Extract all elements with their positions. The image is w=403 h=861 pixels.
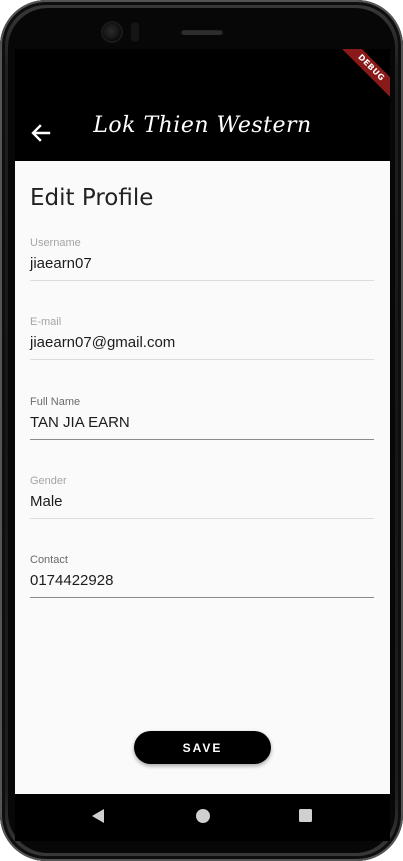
speaker-grille — [181, 29, 223, 35]
username-field: Username jiaearn07 — [30, 237, 374, 281]
square-recent-icon[interactable] — [298, 808, 313, 823]
page-title: Edit Profile — [30, 185, 154, 211]
screen: Lok Thien Western DEBUG Edit Profile Use… — [15, 49, 390, 794]
email-label: E-mail — [30, 316, 62, 328]
sensor-icon — [131, 22, 139, 42]
gender-field: Gender Male — [30, 475, 374, 519]
circle-home-icon[interactable] — [195, 808, 211, 824]
email-field: E-mail jiaearn07@gmail.com — [30, 316, 374, 360]
debug-banner: DEBUG — [334, 49, 390, 105]
username-value: jiaearn07 — [30, 255, 374, 281]
edit-profile-form: Edit Profile Username jiaearn07 E-mail j… — [15, 161, 390, 794]
save-button[interactable]: SAVE — [134, 731, 271, 764]
username-label: Username — [30, 237, 81, 249]
full-name-label: Full Name — [30, 396, 81, 408]
gender-value: Male — [30, 493, 374, 519]
app-title: Lok Thien Western — [93, 113, 312, 138]
contact-field[interactable]: Contact 0174422928 — [30, 554, 374, 598]
app-bar: Lok Thien Western DEBUG — [15, 49, 390, 161]
triangle-back-icon[interactable] — [91, 808, 105, 824]
contact-label: Contact — [30, 554, 68, 566]
phone-frame: Lok Thien Western DEBUG Edit Profile Use… — [0, 0, 403, 861]
gender-label: Gender — [30, 475, 67, 487]
contact-input[interactable]: 0174422928 — [30, 572, 374, 598]
system-nav-bar — [15, 794, 390, 841]
email-value: jiaearn07@gmail.com — [30, 334, 374, 360]
full-name-input[interactable]: TAN JIA EARN — [30, 414, 374, 440]
full-name-field[interactable]: Full Name TAN JIA EARN — [30, 396, 374, 440]
camera-icon — [103, 23, 121, 41]
